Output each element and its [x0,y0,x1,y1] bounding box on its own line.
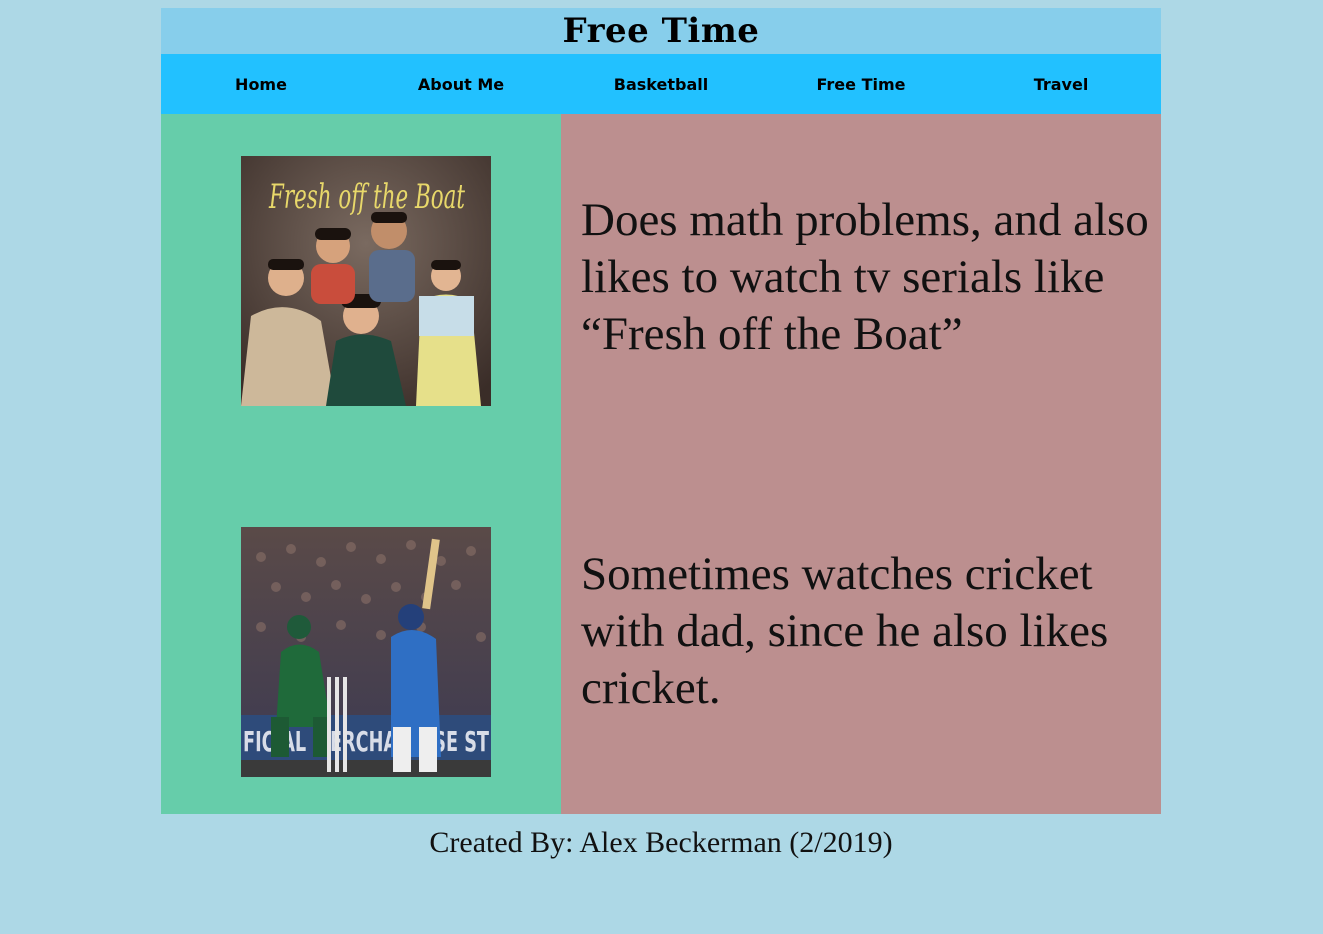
main-nav: Home About Me Basketball Free Time Trave… [161,54,1161,114]
content-area: Fresh off the Boat FICIAL MERCHANDISE ST… [161,114,1161,814]
nav-travel[interactable]: Travel [961,54,1161,114]
free-time-paragraph-2: Sometimes watches cricket with dad, sinc… [581,548,1109,714]
nav-home[interactable]: Home [161,54,361,114]
nav-basketball[interactable]: Basketball [561,54,761,114]
text-column: Does math problems, and also likes to wa… [561,114,1161,814]
show-title-art: Fresh off the Boat [268,177,465,217]
image-column: Fresh off the Boat FICIAL MERCHANDISE ST [161,114,561,814]
page-title: Free Time [562,11,760,51]
free-time-paragraph-1: Does math problems, and also likes to wa… [581,194,1149,360]
nav-about-me[interactable]: About Me [361,54,561,114]
fresh-off-the-boat-image: Fresh off the Boat [241,156,491,406]
page-footer: Created By: Alex Beckerman (2/2019) [429,826,893,859]
page-header: Free Time [161,8,1161,54]
page-container: Free Time Home About Me Basketball Free … [161,8,1161,860]
nav-free-time[interactable]: Free Time [761,54,961,114]
cricket-image: FICIAL MERCHANDISE ST [241,527,491,777]
